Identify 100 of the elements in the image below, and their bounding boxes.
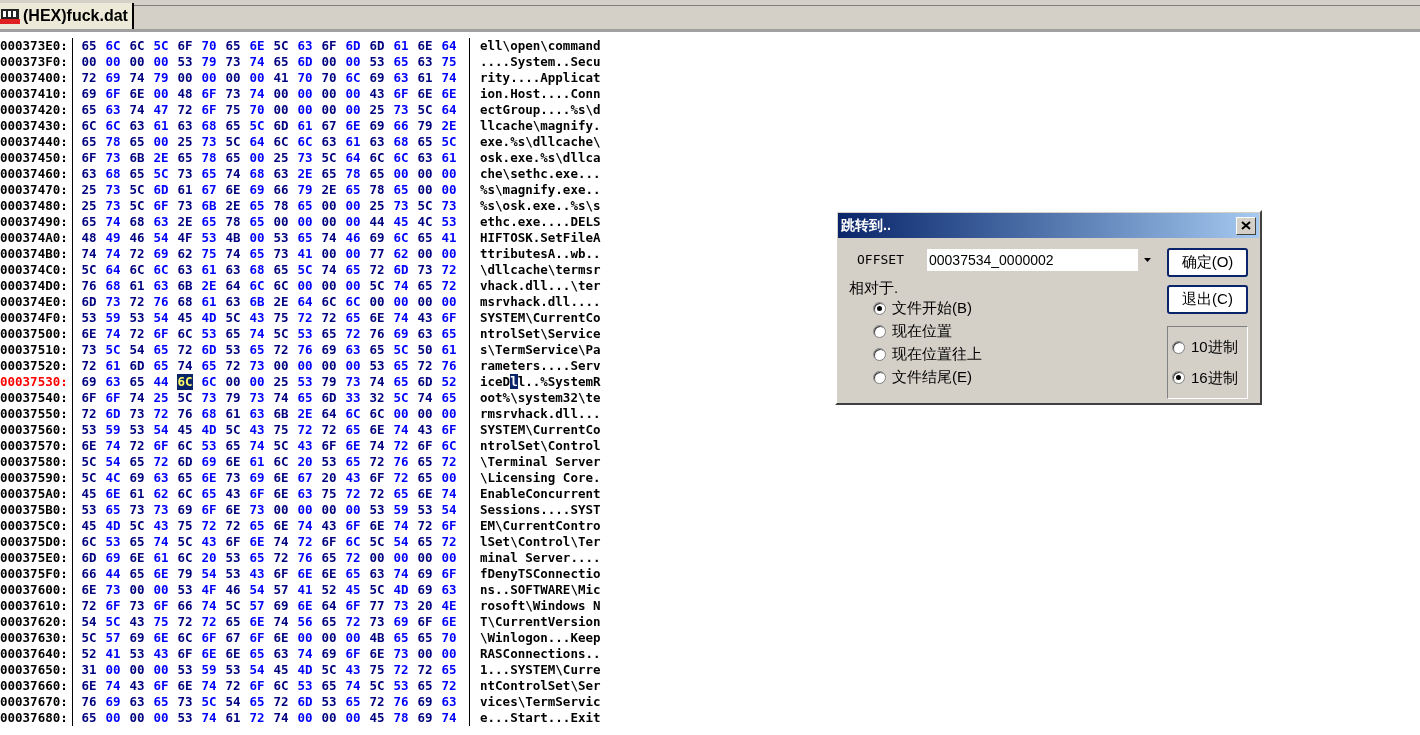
hex-byte: 5C [272, 326, 290, 342]
hex-byte: 61 [176, 182, 194, 198]
hex-byte: 73 [392, 598, 410, 614]
radio-button[interactable] [1172, 340, 1185, 354]
address-label: 00037620: [0, 614, 69, 630]
hex-byte: 6E [80, 678, 98, 694]
dialog-button[interactable]: 确定(O) [1167, 248, 1248, 277]
hex-byte: 5C [416, 198, 434, 214]
ascii-text: Sessions....SYST [479, 502, 601, 518]
dialog-button[interactable]: 退出(C) [1167, 285, 1248, 314]
radio-button[interactable] [1172, 371, 1185, 385]
hex-byte: 6E [416, 38, 434, 54]
hex-byte: 5C [80, 262, 98, 278]
hex-byte: 6E [176, 678, 194, 694]
hex-byte: 00 [152, 710, 170, 726]
radio-label[interactable]: 文件结尾(E) [892, 365, 972, 389]
hex-byte: 6F [344, 646, 362, 662]
radio-label[interactable]: 10进制 [1191, 336, 1238, 359]
hex-byte: 25 [80, 198, 98, 214]
hex-byte: 65 [128, 534, 146, 550]
hex-byte: 72 [344, 614, 362, 630]
file-tab[interactable]: (HEX)fuck.dat [0, 3, 134, 29]
radio-label[interactable]: 文件开始(B) [892, 296, 972, 320]
hex-byte: 73 [224, 86, 242, 102]
hex-byte: 54 [152, 422, 170, 438]
close-button[interactable] [1236, 216, 1256, 235]
offset-combobox[interactable]: 00037534_0000002 [927, 249, 1157, 271]
hex-byte: 00 [440, 294, 458, 310]
hex-byte: 66 [80, 566, 98, 582]
hex-byte: 73 [152, 502, 170, 518]
hex-byte: 65 [128, 566, 146, 582]
radio-label[interactable]: 现在位置 [892, 319, 952, 343]
hex-byte: 6D [272, 118, 290, 134]
ascii-text: T\CurrentVersion [479, 614, 601, 630]
ascii-text: minal Server.... [479, 550, 601, 566]
hex-byte: 64 [104, 262, 122, 278]
hex-byte: 6E [368, 310, 386, 326]
address-label: 00037660: [0, 678, 69, 694]
hex-byte: 53 [128, 646, 146, 662]
hex-byte: 6E [272, 518, 290, 534]
hex-byte: 5C [224, 310, 242, 326]
hex-byte: 6B [272, 406, 290, 422]
hex-byte: 73 [248, 390, 266, 406]
hex-byte: 65 [104, 502, 122, 518]
hex-byte: 61 [104, 358, 122, 374]
hex-byte: 70 [440, 630, 458, 646]
hex-byte: 54 [152, 230, 170, 246]
hex-byte: 65 [248, 214, 266, 230]
address-label: 00037680: [0, 710, 69, 726]
hex-byte: 6C [176, 326, 194, 342]
address-label: 00037400: [0, 70, 69, 86]
hex-byte: 69 [80, 86, 98, 102]
hex-byte: 4B [368, 630, 386, 646]
hex-byte: 69 [416, 694, 434, 710]
ascii-text: vices\TermServic [479, 694, 601, 710]
hex-byte: 00 [272, 86, 290, 102]
radio-label[interactable]: 16进制 [1191, 366, 1238, 389]
radio-button[interactable] [873, 301, 886, 315]
hex-byte: 74 [104, 214, 122, 230]
radio-button[interactable] [873, 347, 886, 361]
hex-byte: 72 [392, 662, 410, 678]
hex-byte: 5C [176, 390, 194, 406]
hex-byte: 61 [392, 38, 410, 54]
hex-byte: 6D [80, 550, 98, 566]
hex-byte: 78 [344, 166, 362, 182]
hex-byte: 65 [80, 38, 98, 54]
hex-byte: 53 [128, 310, 146, 326]
hex-byte: 54 [440, 502, 458, 518]
hex-byte: 70 [320, 70, 338, 86]
hex-byte: 72 [176, 342, 194, 358]
hex-byte: 25 [152, 390, 170, 406]
hex-byte: 65 [440, 390, 458, 406]
address-label: 00037540: [0, 390, 69, 406]
hex-byte: 65 [152, 358, 170, 374]
radio-button[interactable] [873, 370, 886, 384]
ascii-text: SYSTEM\CurrentCo [479, 310, 601, 326]
hex-byte: 53 [416, 502, 434, 518]
hex-byte: 68 [200, 118, 218, 134]
ascii-text: %s\magnify.exe.. [479, 182, 601, 198]
hex-byte: 6C [176, 438, 194, 454]
radio-button[interactable] [873, 324, 886, 338]
hex-byte: 00 [320, 198, 338, 214]
hex-byte: 6E [248, 614, 266, 630]
hex-byte: 53 [392, 678, 410, 694]
hex-byte: 72 [224, 358, 242, 374]
hex-byte: 6C [344, 406, 362, 422]
hex-byte: 00 [368, 294, 386, 310]
hex-byte: 67 [296, 470, 314, 486]
hex-byte: 45 [392, 214, 410, 230]
hex-byte: 6D [296, 694, 314, 710]
hex-byte: 53 [368, 54, 386, 70]
address-label: 00037450: [0, 150, 69, 166]
hex-byte: 00 [320, 54, 338, 70]
hex-byte: 6D [344, 38, 362, 54]
hex-byte: 20 [320, 470, 338, 486]
hex-byte: 53 [224, 550, 242, 566]
hex-byte: 6F [152, 438, 170, 454]
radio-label[interactable]: 现在位置往上 [892, 342, 982, 366]
ascii-text: ethc.exe....DELS [479, 214, 601, 230]
hex-byte: 54 [200, 566, 218, 582]
